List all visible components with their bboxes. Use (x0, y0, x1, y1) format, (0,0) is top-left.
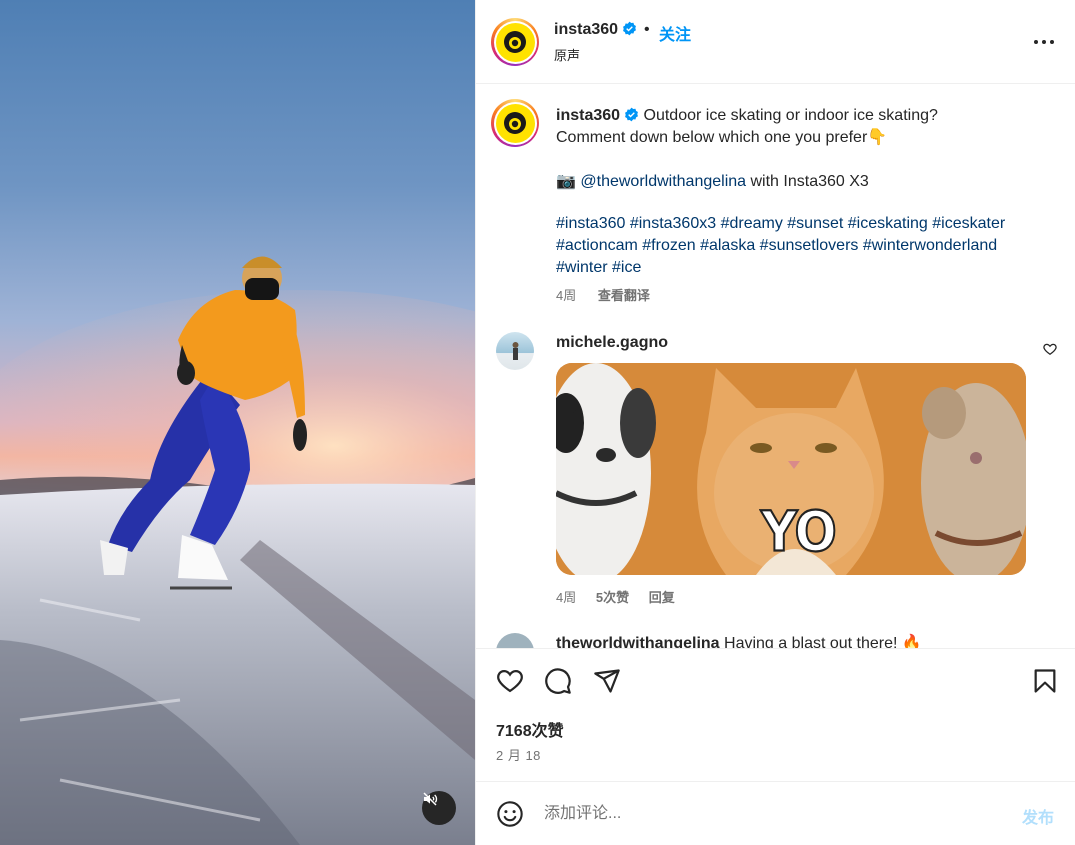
post-actions: 7168次赞 2 月 18 (476, 648, 1075, 781)
comment-meta: 4周 5次赞 回复 (556, 587, 691, 606)
follow-button[interactable]: 关注 (659, 21, 691, 45)
author-avatar[interactable] (491, 18, 539, 66)
share-icon[interactable] (593, 667, 621, 695)
header-separator: • (644, 21, 650, 38)
emoji-icon[interactable] (496, 800, 524, 828)
comment-username[interactable]: theworldwithangelina (556, 635, 720, 648)
post-caption: insta360 Outdoor ice skating or indoor i… (556, 105, 1036, 307)
see-translation-button[interactable]: 查看翻译 (598, 288, 650, 303)
insta360-logo (504, 112, 526, 134)
pointing-down-emoji: 👇 (867, 129, 888, 146)
caption-age[interactable]: 4周 (556, 288, 576, 303)
comment-gif[interactable]: YO (556, 363, 1026, 575)
comment-like-heart-icon[interactable] (1043, 342, 1057, 356)
author-username-text[interactable]: insta360 (554, 21, 618, 38)
comment-body: Having a blast out there! (724, 635, 898, 648)
bookmark-icon[interactable] (1031, 667, 1059, 695)
mute-toggle-button[interactable] (422, 791, 456, 825)
comments-scroll-area[interactable]: insta360 Outdoor ice skating or indoor i… (476, 85, 1075, 648)
audio-label[interactable]: 原声 (554, 45, 580, 64)
comment-icon[interactable] (544, 667, 572, 695)
caption-author-avatar[interactable] (491, 99, 539, 147)
comment-text: theworldwithangelina Having a blast out … (556, 633, 922, 648)
comment-likes[interactable]: 5次赞 (596, 590, 629, 605)
commenter-avatar[interactable] (496, 633, 534, 648)
caption-text-line1: Outdoor ice skating or indoor ice skatin… (643, 107, 938, 124)
camera-emoji: 📷 (556, 173, 576, 190)
credit-mention-link[interactable]: @theworldwithangelina (580, 173, 746, 190)
verified-badge-icon (625, 107, 638, 122)
post-details-panel: insta360 • 关注 原声 insta360 Outdoor ice sk… (475, 0, 1075, 845)
post-comment-button[interactable]: 发布 (1022, 804, 1054, 828)
heart-icon[interactable] (496, 667, 524, 695)
reply-button[interactable]: 回复 (649, 590, 675, 605)
post-date[interactable]: 2 月 18 (496, 745, 541, 764)
post-video[interactable] (0, 0, 475, 845)
post-header: insta360 • 关注 原声 (476, 0, 1075, 84)
add-comment-bar: 发布 (476, 781, 1075, 845)
more-options-icon[interactable] (1032, 32, 1056, 52)
speaker-muted-icon (423, 792, 438, 806)
insta360-logo (504, 31, 526, 53)
hashtags-line1[interactable]: #insta360 #insta360x3 #dreamy #sunset #i… (556, 213, 1036, 235)
caption-author-username[interactable]: insta360 (556, 107, 620, 124)
author-username[interactable]: insta360 (554, 21, 637, 39)
commenter-avatar[interactable] (496, 332, 534, 370)
hashtags-line3[interactable]: #winter #ice (556, 257, 1036, 279)
caption-text-line2: Comment down below which one you prefer (556, 129, 868, 146)
avatar-person-photo (512, 342, 519, 360)
likes-count[interactable]: 7168次赞 (496, 717, 564, 741)
comment-age[interactable]: 4周 (556, 590, 576, 605)
gif-caption-text: YO (760, 499, 838, 565)
comment-username[interactable]: michele.gagno (556, 334, 668, 352)
credit-suffix: with Insta360 X3 (750, 173, 869, 190)
comment-input[interactable] (544, 802, 1004, 826)
hashtags-line2[interactable]: #actioncam #frozen #alaska #sunsetlovers… (556, 235, 1036, 257)
verified-badge-icon (623, 21, 636, 36)
video-frame-illustration (0, 256, 475, 845)
fire-emoji: 🔥 (901, 635, 922, 648)
